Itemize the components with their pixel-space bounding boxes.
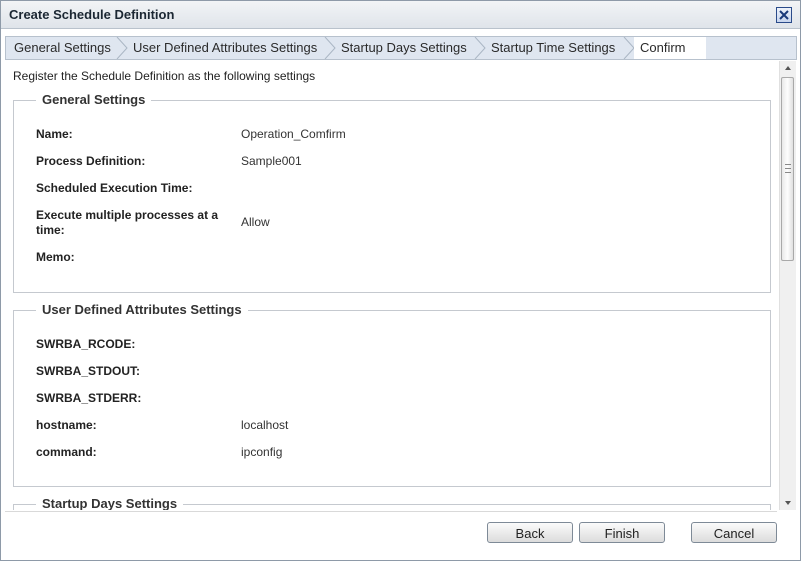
section-title: User Defined Attributes Settings <box>36 302 248 317</box>
tab-general-settings[interactable]: General Settings <box>14 37 111 59</box>
finish-button[interactable]: Finish <box>579 522 665 543</box>
step-separator-icon <box>324 37 336 59</box>
hostname-label: hostname: <box>36 418 97 432</box>
footer-divider <box>5 511 777 512</box>
memo-label: Memo: <box>36 250 75 264</box>
cancel-button[interactable]: Cancel <box>691 522 777 543</box>
user-defined-attributes-section: User Defined Attributes Settings SWRBA_R… <box>13 302 771 487</box>
swrba-rcode-label: SWRBA_RCODE: <box>36 337 136 351</box>
section-title: General Settings <box>36 92 152 107</box>
confirm-content: Register the Schedule Definition as the … <box>5 61 777 510</box>
step-separator-icon <box>474 37 486 59</box>
swrba-stderr-label: SWRBA_STDERR: <box>36 391 142 405</box>
scroll-down-icon[interactable] <box>780 496 796 510</box>
process-definition-value: Sample001 <box>241 154 302 168</box>
scheduled-execution-time-label: Scheduled Execution Time: <box>36 181 193 195</box>
wizard-steps: General Settings User Defined Attributes… <box>5 36 797 60</box>
tab-user-defined-attributes-settings[interactable]: User Defined Attributes Settings <box>133 37 317 59</box>
tab-startup-days-settings[interactable]: Startup Days Settings <box>341 37 467 59</box>
swrba-stdout-label: SWRBA_STDOUT: <box>36 364 140 378</box>
section-title: Startup Days Settings <box>36 496 184 510</box>
command-label: command: <box>36 445 97 459</box>
process-definition-label: Process Definition: <box>36 154 146 168</box>
command-value: ipconfig <box>241 445 283 459</box>
startup-days-section: Startup Days Settings <box>13 496 771 510</box>
grip-icon <box>785 164 791 173</box>
title-bar: Create Schedule Definition <box>1 1 800 29</box>
name-value: Operation_Comfirm <box>241 127 346 141</box>
execute-multiple-label: Execute multiple processes at a time: <box>36 208 219 237</box>
create-schedule-dialog: Create Schedule Definition General Setti… <box>0 0 801 561</box>
close-button[interactable] <box>776 7 792 23</box>
tab-startup-time-settings[interactable]: Startup Time Settings <box>491 37 615 59</box>
dialog-title: Create Schedule Definition <box>9 7 175 22</box>
back-button[interactable]: Back <box>487 522 573 543</box>
vertical-scrollbar[interactable] <box>779 61 796 510</box>
general-settings-section: General Settings Name: Operation_Comfirm… <box>13 92 771 293</box>
intro-text: Register the Schedule Definition as the … <box>13 69 316 83</box>
tab-confirm[interactable]: Confirm <box>634 37 706 59</box>
step-separator-icon <box>116 37 128 59</box>
execute-multiple-value: Allow <box>241 215 270 229</box>
name-label: Name: <box>36 127 73 141</box>
scrollbar-thumb[interactable] <box>781 77 794 261</box>
close-icon <box>779 10 789 20</box>
hostname-value: localhost <box>241 418 289 432</box>
scroll-up-icon[interactable] <box>780 61 796 75</box>
